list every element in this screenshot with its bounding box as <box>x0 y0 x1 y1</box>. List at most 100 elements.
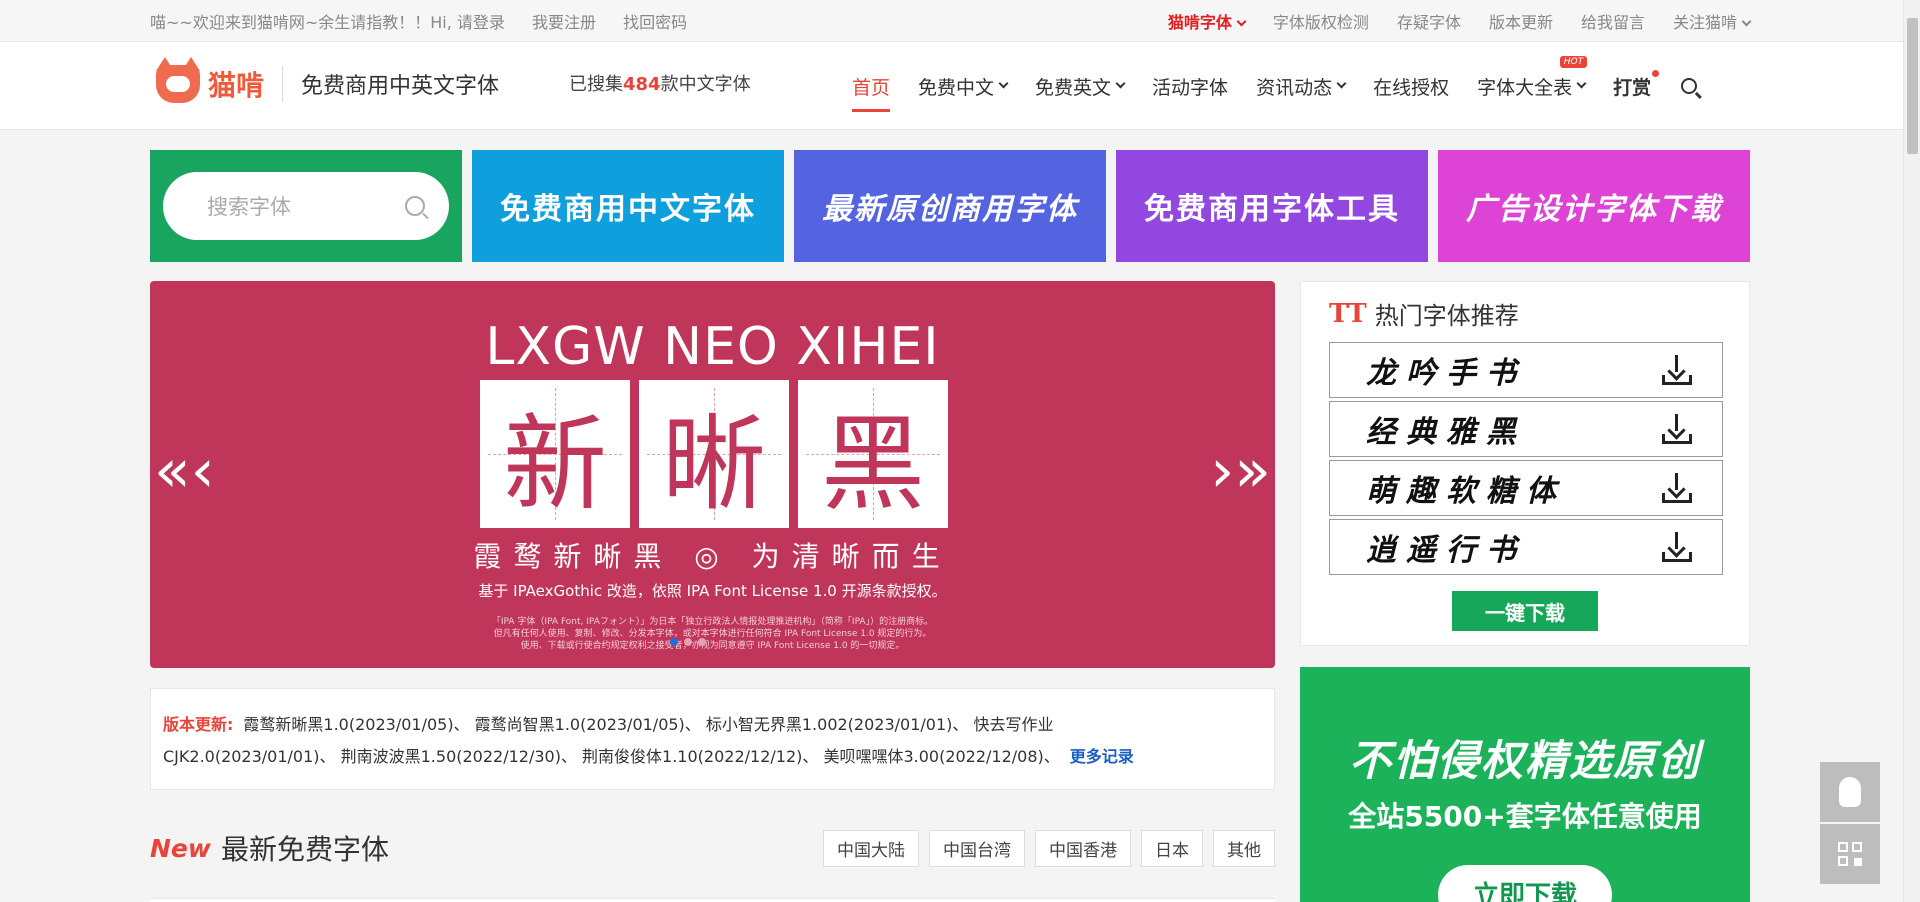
featured-slider[interactable]: LXGW NEO XIHEI 新 晰 黑 霞鹜新晰黑 ◎ 为清晰而生 基于 IP… <box>150 281 1275 668</box>
hot-font-item[interactable]: 经典雅黑 <box>1329 401 1723 457</box>
region-tab-taiwan[interactable]: 中国台湾 <box>929 829 1025 867</box>
font-list-top <box>150 898 1275 902</box>
nav-free-chinese[interactable]: 免费中文 <box>918 42 1009 130</box>
latest-fonts-header: New 最新免费字体 中国大陆 中国台湾 中国香港 日本 其他 <box>150 824 1275 872</box>
chevron-down-icon <box>1115 78 1126 88</box>
topbar-brand-label: 猫啃字体 <box>1167 13 1232 32</box>
slide-subtitle: 霞鹜新晰黑 ◎ 为清晰而生 <box>473 540 952 573</box>
recover-password-link[interactable]: 找回密码 <box>623 13 687 32</box>
tile-font-tools[interactable]: 免费商用字体工具 <box>1116 150 1428 262</box>
hot-badge: HOT <box>1559 56 1588 68</box>
promo-headline: 不怕侵权精选原创 <box>1348 736 1701 785</box>
nav-news-label: 资讯动态 <box>1256 76 1333 99</box>
search-icon <box>405 196 425 216</box>
region-filter: 中国大陆 中国台湾 中国香港 日本 其他 <box>823 829 1275 867</box>
promo-banner[interactable]: 不怕侵权精选原创 全站5500+套字体任意使用 立即下载 <box>1300 667 1750 902</box>
glyph-char: 黑 <box>820 402 925 525</box>
slide-glyphs: 新 晰 黑 <box>480 380 948 528</box>
chevron-down-icon <box>1236 16 1247 27</box>
page-scrollbar[interactable] <box>1903 0 1920 902</box>
region-tab-other[interactable]: 其他 <box>1213 829 1275 867</box>
chevron-down-icon <box>998 78 1009 88</box>
site-header: 猫啃 免费商用中英文字体 已搜集484款中文字体 首页 免费中文 免费英文 活动… <box>0 42 1903 130</box>
hot-font-list: 龙吟手书 经典雅黑 萌趣软糖体 逍遥行书 <box>1329 342 1723 578</box>
register-link[interactable]: 我要注册 <box>532 13 596 32</box>
welcome-login-link[interactable]: 喵~~欢迎来到猫啃网~余生请指教！！Hi, 请登录 <box>150 13 505 32</box>
site-logo[interactable]: 猫啃 免费商用中英文字体 <box>156 57 499 106</box>
slide-fine-print: 「IPA 字体（IPA Font, IPAフォント）」为日本「独立行政法人情报处… <box>150 616 1275 652</box>
nav-free-english[interactable]: 免费英文 <box>1035 42 1126 130</box>
chevron-down-icon <box>1576 78 1587 88</box>
slider-dot[interactable] <box>698 638 706 646</box>
nav-free-english-label: 免费英文 <box>1035 76 1112 99</box>
nav-reward[interactable]: 打赏 <box>1613 42 1660 130</box>
nav-free-chinese-label: 免费中文 <box>918 76 995 99</box>
slider-dot[interactable] <box>684 638 692 646</box>
slider-next-arrow-icon[interactable]: ›» <box>1210 441 1271 501</box>
version-updates-box: 版本更新: 霞鹜新晰黑1.0(2023/01/05)、 霞鹜尚智黑1.0(2023… <box>150 688 1275 790</box>
panel-title-text: 热门字体推荐 <box>1374 302 1519 330</box>
nav-search-button[interactable] <box>1679 42 1698 130</box>
slider-dots <box>670 638 706 646</box>
hot-fonts-panel: TT 热门字体推荐 龙吟手书 经典雅黑 萌趣软糖体 逍遥行书 一键下载 <box>1300 281 1750 646</box>
glyph-char: 晰 <box>661 402 766 525</box>
download-icon[interactable] <box>1662 414 1692 444</box>
logo-text: 猫啃 <box>208 69 265 102</box>
font-preview: 萌趣软糖体 <box>1366 474 1566 509</box>
new-badge-icon: New <box>150 833 211 863</box>
category-tiles: 搜索字体 免费商用中文字体 最新原创商用字体 免费商用字体工具 广告设计字体下载 <box>150 150 1750 262</box>
tile-ad-design-fonts[interactable]: 广告设计字体下载 <box>1438 150 1750 262</box>
nav-reward-label: 打赏 <box>1613 76 1652 99</box>
qq-contact-button[interactable] <box>1820 762 1880 822</box>
topbar-version-updates-link[interactable]: 版本更新 <box>1489 9 1553 33</box>
region-tab-hongkong[interactable]: 中国香港 <box>1035 829 1131 867</box>
slider-prev-arrow-icon[interactable]: «‹ <box>154 441 215 501</box>
topbar-brand-menu[interactable]: 猫啃字体 <box>1167 9 1247 33</box>
panel-title: TT 热门字体推荐 <box>1329 296 1519 331</box>
nav-news[interactable]: 资讯动态 <box>1256 42 1347 130</box>
topbar-follow-menu[interactable]: 关注猫啃 <box>1673 9 1752 33</box>
scrollbar-thumb[interactable] <box>1907 18 1918 154</box>
download-icon[interactable] <box>1662 473 1692 503</box>
nav-font-directory[interactable]: 字体大全表 HOT <box>1477 42 1588 130</box>
search-placeholder: 搜索字体 <box>207 195 291 219</box>
updates-line[interactable]: 霞鹜新晰黑1.0(2023/01/05)、 霞鹜尚智黑1.0(2023/01/0… <box>243 715 1053 734</box>
promo-subline: 全站5500+套字体任意使用 <box>1348 800 1702 833</box>
cat-logo-icon <box>156 57 200 103</box>
topbar-message-link[interactable]: 给我留言 <box>1581 9 1645 33</box>
tile-new-original-fonts[interactable]: 最新原创商用字体 <box>794 150 1106 262</box>
hot-font-item[interactable]: 萌趣软糖体 <box>1329 460 1723 516</box>
search-tile: 搜索字体 <box>150 150 462 262</box>
region-tab-japan[interactable]: 日本 <box>1141 829 1203 867</box>
download-icon[interactable] <box>1662 355 1692 385</box>
fine-print-line: 「IPA 字体（IPA Font, IPAフォント）」为日本「独立行政法人情报处… <box>491 617 934 627</box>
font-preview: 逍遥行书 <box>1366 533 1526 568</box>
font-count-prefix: 已搜集 <box>569 74 623 95</box>
font-search-input[interactable]: 搜索字体 <box>163 172 449 240</box>
slider-dot-active[interactable] <box>670 638 678 646</box>
more-records-link[interactable]: 更多记录 <box>1070 747 1134 766</box>
hot-font-item[interactable]: 逍遥行书 <box>1329 519 1723 575</box>
promo-download-button[interactable]: 立即下载 <box>1438 865 1612 902</box>
font-count: 已搜集484款中文字体 <box>569 70 751 96</box>
chevron-down-icon <box>1741 16 1752 27</box>
topbar-copyright-check-link[interactable]: 字体版权检测 <box>1273 9 1369 33</box>
updates-line[interactable]: CJK2.0(2023/01/01)、 荆南波波黑1.50(2022/12/30… <box>163 747 1060 766</box>
tile-free-chinese-fonts[interactable]: 免费商用中文字体 <box>472 150 784 262</box>
topbar-doubtful-fonts-link[interactable]: 存疑字体 <box>1397 9 1461 33</box>
font-preview: 经典雅黑 <box>1366 415 1526 450</box>
slide-title: LXGW NEO XIHEI <box>485 317 940 377</box>
region-tab-mainland[interactable]: 中国大陆 <box>823 829 919 867</box>
search-icon <box>1681 78 1698 94</box>
logo-divider <box>282 66 284 102</box>
download-icon[interactable] <box>1662 532 1692 562</box>
one-click-download-button[interactable]: 一键下载 <box>1452 591 1598 631</box>
nav-online-license[interactable]: 在线授权 <box>1373 42 1449 130</box>
nav-activity-fonts[interactable]: 活动字体 <box>1152 42 1228 130</box>
hot-font-item[interactable]: 龙吟手书 <box>1329 342 1723 398</box>
slide-license-note: 基于 IPAexGothic 改造，依照 IPA Font License 1.… <box>478 582 947 600</box>
qr-code-button[interactable] <box>1820 824 1880 884</box>
nav-home[interactable]: 首页 <box>852 42 891 130</box>
qq-penguin-icon <box>1839 777 1861 807</box>
glyph-box: 新 <box>480 380 630 528</box>
